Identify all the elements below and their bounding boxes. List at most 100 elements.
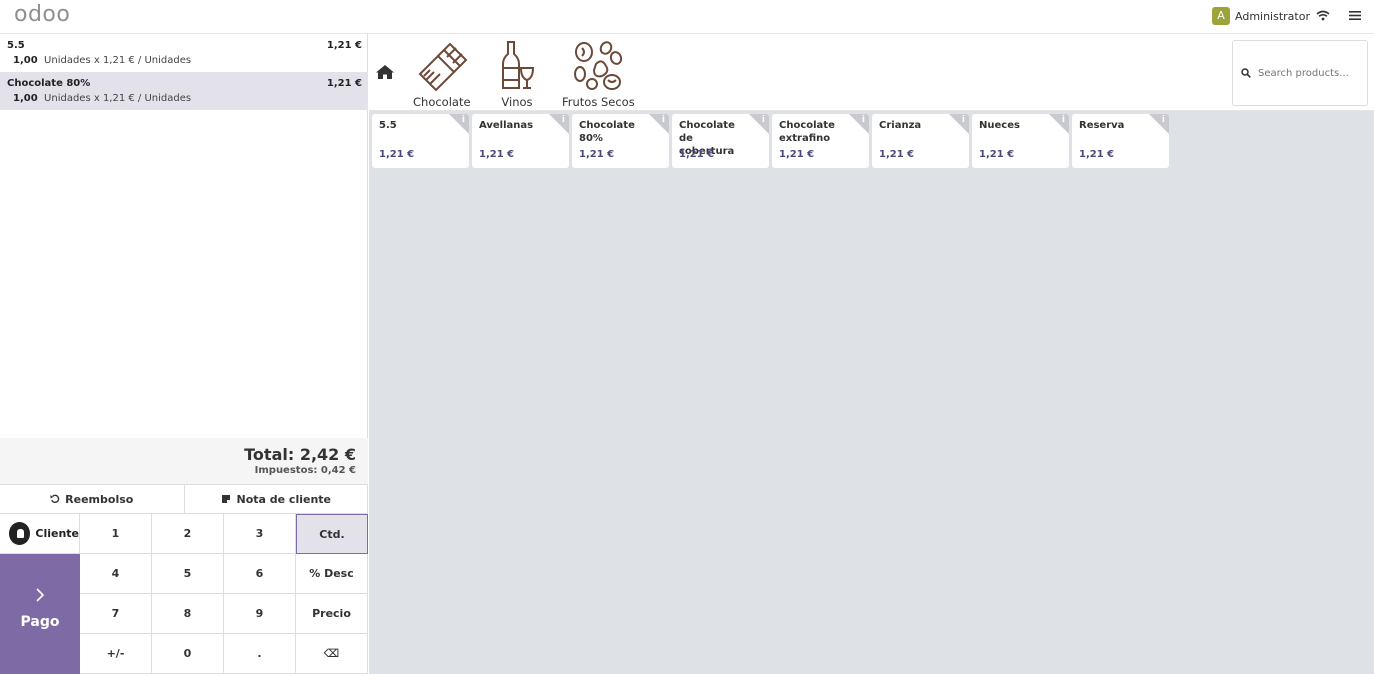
- numpad-key-6[interactable]: 6: [224, 554, 296, 594]
- product-search: [1232, 40, 1368, 106]
- product-info-corner[interactable]: [549, 114, 569, 134]
- order-line-info: 1,00 Unidades x 1,21 € / Unidades: [7, 55, 361, 66]
- info-icon: i: [461, 115, 465, 125]
- product-price: 1,21 €: [579, 149, 615, 160]
- product-price: 1,21 €: [979, 149, 1015, 160]
- wine-bottle-icon: [502, 41, 535, 89]
- info-icon: i: [861, 115, 865, 125]
- order-line-detail: Unidades x 1,21 € / Unidades: [44, 55, 192, 66]
- product-name: Avellanas: [479, 120, 534, 131]
- category-chocolate[interactable]: Chocolate: [413, 40, 471, 109]
- order-total: Total: 2,42 €: [244, 445, 356, 464]
- category-label: Vinos: [501, 95, 533, 109]
- numpad-mode-price[interactable]: Precio: [296, 594, 368, 634]
- wifi-icon[interactable]: [1316, 10, 1330, 24]
- product-price: 1,21 €: [679, 149, 715, 160]
- product-screen: Chocolate Vinos Frutos Secos Search prod…: [369, 34, 1374, 674]
- numpad-keys: 1 2 3 Ctd. 4 5 6 % Desc 7 8 9 Precio +/-…: [80, 514, 368, 674]
- home-icon[interactable]: [375, 64, 395, 83]
- customer-note-label: Nota de cliente: [236, 492, 331, 506]
- product-price: 1,21 €: [879, 149, 915, 160]
- order-line-detail: Unidades x 1,21 € / Unidades: [44, 93, 192, 104]
- chocolate-bar-icon: [418, 42, 468, 92]
- category-frutos-secos[interactable]: Frutos Secos: [562, 40, 635, 109]
- order-panel: 5.5 1,21 € 1,00 Unidades x 1,21 € / Unid…: [0, 34, 368, 674]
- numpad-key-7[interactable]: 7: [80, 594, 152, 634]
- numpad-key-9[interactable]: 9: [224, 594, 296, 634]
- order-line-name: Chocolate 80%: [7, 78, 91, 89]
- user-icon: [9, 522, 31, 545]
- product-card[interactable]: Chocolate de cobertura 1,21 € i: [672, 114, 769, 168]
- product-info-corner[interactable]: [449, 114, 469, 134]
- product-price: 1,21 €: [779, 149, 815, 160]
- category-label: Chocolate: [413, 95, 471, 109]
- product-name: Chocolate 80%: [579, 120, 635, 144]
- payment-label: Pago: [20, 614, 60, 630]
- order-taxes: Impuestos: 0,42 €: [254, 465, 356, 476]
- product-card[interactable]: Nueces 1,21 € i: [972, 114, 1069, 168]
- customer-label: Cliente: [35, 527, 79, 540]
- user-menu[interactable]: A Administrator: [1212, 7, 1310, 25]
- numpad-key-5[interactable]: 5: [152, 554, 224, 594]
- numpad-mode-quantity[interactable]: Ctd.: [296, 514, 368, 554]
- info-icon: i: [961, 115, 965, 125]
- numpad-key-4[interactable]: 4: [80, 554, 152, 594]
- order-actions: Reembolso Nota de cliente: [0, 484, 368, 514]
- numpad-key-0[interactable]: 0: [152, 634, 224, 674]
- hamburger-menu-icon[interactable]: [1349, 10, 1361, 24]
- order-line-qty: 1,00: [13, 93, 38, 104]
- product-card[interactable]: Crianza 1,21 € i: [872, 114, 969, 168]
- numpad-key-8[interactable]: 8: [152, 594, 224, 634]
- user-avatar: A: [1212, 7, 1230, 25]
- product-info-corner[interactable]: [1049, 114, 1069, 134]
- product-info-corner[interactable]: [949, 114, 969, 134]
- payment-button[interactable]: Pago: [0, 554, 80, 674]
- numpad-key-plus-minus[interactable]: +/-: [80, 634, 152, 674]
- refund-label: Reembolso: [65, 492, 134, 506]
- product-price: 1,21 €: [479, 149, 515, 160]
- product-card[interactable]: Reserva 1,21 € i: [1072, 114, 1169, 168]
- backspace-key[interactable]: ⌫: [296, 634, 368, 674]
- info-icon: i: [1061, 115, 1065, 125]
- numpad-area: Cliente Pago 1 2 3 Ctd. 4 5 6 % Desc 7 8…: [0, 514, 368, 674]
- category-vinos[interactable]: Vinos: [499, 40, 535, 109]
- product-card[interactable]: Chocolate 80% 1,21 € i: [572, 114, 669, 168]
- product-info-corner[interactable]: [649, 114, 669, 134]
- product-card[interactable]: Avellanas 1,21 € i: [472, 114, 569, 168]
- numpad-mode-discount[interactable]: % Desc: [296, 554, 368, 594]
- order-line-selected[interactable]: Chocolate 80% 1,21 € 1,00 Unidades x 1,2…: [0, 72, 368, 110]
- product-card[interactable]: 5.5 1,21 € i: [372, 114, 469, 168]
- product-card[interactable]: Chocolate extrafino 1,21 € i: [772, 114, 869, 168]
- category-label: Frutos Secos: [562, 95, 635, 109]
- numpad-key-1[interactable]: 1: [80, 514, 152, 554]
- customer-note-button[interactable]: Nota de cliente: [183, 485, 369, 513]
- product-price: 1,21 €: [379, 149, 415, 160]
- product-name: Crianza: [879, 120, 922, 131]
- info-icon: i: [561, 115, 565, 125]
- product-name: 5.5: [379, 120, 397, 131]
- info-icon: i: [661, 115, 665, 125]
- order-line[interactable]: 5.5 1,21 € 1,00 Unidades x 1,21 € / Unid…: [0, 34, 368, 72]
- product-name: Nueces: [979, 120, 1020, 131]
- order-line-info: 1,00 Unidades x 1,21 € / Unidades: [7, 93, 361, 104]
- nuts-icon: [574, 41, 623, 90]
- numpad-key-decimal[interactable]: .: [224, 634, 296, 674]
- search-input[interactable]: [1258, 67, 1363, 79]
- customer-button[interactable]: Cliente: [0, 514, 80, 554]
- refund-button[interactable]: Reembolso: [0, 485, 184, 513]
- note-icon: [222, 495, 231, 503]
- search-icon: [1241, 68, 1251, 78]
- order-totals: Total: 2,42 € Impuestos: 0,42 €: [0, 438, 368, 484]
- order-line-name: 5.5: [7, 40, 25, 51]
- numpad-key-2[interactable]: 2: [152, 514, 224, 554]
- top-header: odoo A Administrator: [0, 0, 1374, 34]
- product-price: 1,21 €: [1079, 149, 1115, 160]
- undo-icon: [50, 494, 60, 504]
- numpad-key-3[interactable]: 3: [224, 514, 296, 554]
- product-info-corner[interactable]: [849, 114, 869, 134]
- product-info-corner[interactable]: [749, 114, 769, 134]
- info-icon: i: [761, 115, 765, 125]
- order-line-price: 1,21 €: [326, 40, 362, 51]
- product-name: Chocolate extrafino: [779, 120, 835, 144]
- product-info-corner[interactable]: [1149, 114, 1169, 134]
